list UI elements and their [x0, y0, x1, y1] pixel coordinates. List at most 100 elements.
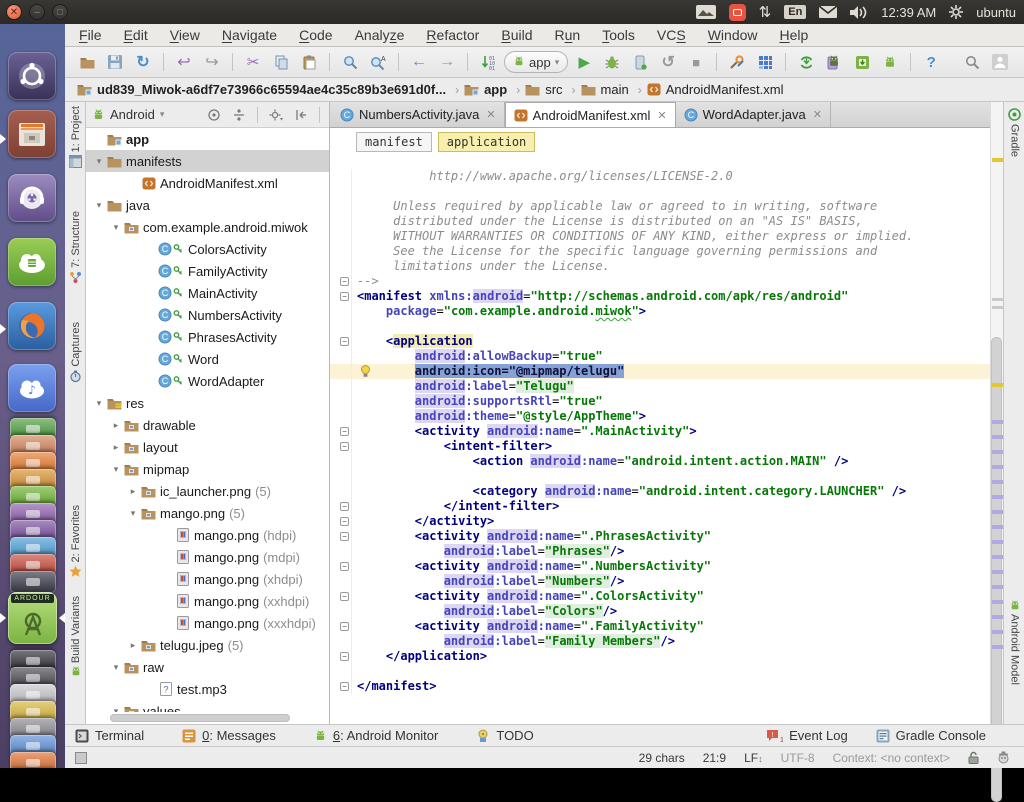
tree-item[interactable]: ▾mipmap: [86, 458, 329, 480]
tree-item[interactable]: CPhrasesActivity: [86, 326, 329, 348]
avatar-icon[interactable]: [988, 50, 1012, 74]
editor-tab[interactable]: CWordAdapter.java✕: [676, 102, 831, 127]
debug-icon[interactable]: [600, 50, 624, 74]
redo-icon[interactable]: ↪: [200, 50, 224, 74]
tree-item[interactable]: ▸layout: [86, 436, 329, 458]
tree-item[interactable]: mango.png(xxxhdpi): [86, 612, 329, 634]
breadcrumb-item[interactable]: ud839_Miwok-a6df7e73966c65594ae4c35c89b3…: [77, 82, 446, 97]
lock-icon[interactable]: [968, 751, 979, 764]
android-studio-launcher-icon[interactable]: ARDOUR: [8, 592, 57, 644]
monitor-icon[interactable]: [878, 50, 902, 74]
tree-item[interactable]: ▾res: [86, 392, 329, 414]
stop-icon[interactable]: ■: [684, 50, 708, 74]
gear-icon[interactable]: [266, 108, 286, 122]
status-item[interactable]: 21:9: [703, 751, 726, 765]
search-icon[interactable]: [960, 50, 984, 74]
status-item[interactable]: Context: <no context>: [833, 751, 950, 765]
fold-marker[interactable]: −: [340, 292, 349, 301]
close-tab-icon[interactable]: ✕: [813, 108, 822, 121]
gradle-sync-icon[interactable]: [794, 50, 818, 74]
back-icon[interactable]: ←: [407, 50, 431, 74]
close-tab-icon[interactable]: ✕: [657, 109, 666, 122]
tree-item[interactable]: ▾raw: [86, 656, 329, 678]
menu-refactor[interactable]: Refactor: [426, 27, 479, 43]
editor-tab[interactable]: CNumbersActivity.java✕: [332, 102, 505, 127]
open-icon[interactable]: [75, 50, 99, 74]
toolwindow-button-0-messages[interactable]: 0: Messages: [182, 728, 276, 743]
tree-down-arrow[interactable]: ▾: [109, 464, 123, 475]
breadcrumb-item[interactable]: src: [525, 82, 562, 97]
tree-item[interactable]: CColorsActivity: [86, 238, 329, 260]
restart-icon[interactable]: ↺: [656, 50, 680, 74]
stripe-button-android-model[interactable]: Android Model: [1004, 600, 1024, 685]
menu-code[interactable]: Code: [299, 27, 332, 43]
minimize-button[interactable]: –: [29, 4, 45, 20]
tree-down-arrow[interactable]: ▾: [109, 222, 123, 233]
breadcrumb-chip-application[interactable]: application: [438, 132, 535, 152]
status-item[interactable]: UTF-8: [781, 751, 815, 765]
tree-item[interactable]: mango.png(mdpi): [86, 546, 329, 568]
fold-marker[interactable]: −: [340, 682, 349, 691]
breadcrumb-item[interactable]: AndroidManifest.xml: [647, 82, 784, 97]
sdk-grid-icon[interactable]: [753, 50, 777, 74]
split-icon[interactable]: [229, 108, 249, 122]
fold-marker[interactable]: −: [340, 532, 349, 541]
session-gear-icon[interactable]: [949, 5, 963, 19]
toolwindow-toggle-icon[interactable]: [75, 752, 87, 764]
stripe-button-2-favorites[interactable]: 2: Favorites: [65, 505, 86, 578]
tree-right-arrow[interactable]: ▸: [109, 420, 123, 431]
tree-down-arrow[interactable]: ▾: [109, 662, 123, 673]
sort-icon[interactable]: 011001: [476, 50, 500, 74]
help-icon[interactable]: ?: [919, 50, 943, 74]
fold-marker[interactable]: −: [340, 427, 349, 436]
replace-icon[interactable]: A: [366, 50, 390, 74]
tree-item[interactable]: mango.png(xxhdpi): [86, 590, 329, 612]
run-config-selector[interactable]: app▾: [504, 51, 568, 73]
toolwindow-button-terminal[interactable]: Terminal: [75, 728, 144, 743]
tree-item[interactable]: ▾manifests: [86, 150, 329, 172]
menu-help[interactable]: Help: [780, 27, 809, 43]
fold-marker[interactable]: −: [340, 502, 349, 511]
breadcrumb-item[interactable]: main: [581, 82, 629, 97]
stripe-button-build-variants[interactable]: Build Variants: [65, 596, 86, 677]
menu-analyze[interactable]: Analyze: [355, 27, 405, 43]
menu-navigate[interactable]: Navigate: [222, 27, 277, 43]
tree-item[interactable]: ▸drawable: [86, 414, 329, 436]
status-item[interactable]: 29 chars: [639, 751, 685, 765]
firefox-launcher-icon[interactable]: [8, 302, 56, 350]
tools-icon[interactable]: [725, 50, 749, 74]
tree-item[interactable]: ▾mango.png(5): [86, 502, 329, 524]
close-button[interactable]: ✕: [6, 4, 22, 20]
menu-run[interactable]: Run: [555, 27, 581, 43]
fold-marker[interactable]: −: [340, 622, 349, 631]
menu-vcs[interactable]: VCS: [657, 27, 686, 43]
paste-icon[interactable]: [297, 50, 321, 74]
tree-right-arrow[interactable]: ▸: [126, 486, 140, 497]
tree-down-arrow[interactable]: ▾: [92, 200, 106, 211]
tree-right-arrow[interactable]: ▸: [126, 640, 140, 651]
spectrum-dark-launcher-icon[interactable]: [10, 571, 56, 593]
toolwindow-button-gradle-console[interactable]: Gradle Console: [876, 728, 986, 743]
updown-arrows-icon[interactable]: ⇅: [759, 3, 772, 21]
tree-item[interactable]: AndroidManifest.xml: [86, 172, 329, 194]
toolwindow-button-6-android-monitor[interactable]: 6: Android Monitor: [314, 728, 439, 743]
tree-down-arrow[interactable]: ▾: [126, 508, 140, 519]
find-icon[interactable]: [338, 50, 362, 74]
run-icon[interactable]: ▶: [572, 50, 596, 74]
hector-icon[interactable]: [997, 751, 1010, 764]
volume-icon[interactable]: [850, 6, 868, 19]
tree-down-arrow[interactable]: ▾: [109, 706, 123, 713]
keyboard-indicator[interactable]: En: [784, 5, 806, 19]
attach-icon[interactable]: [628, 50, 652, 74]
close-tab-icon[interactable]: ✕: [486, 108, 495, 121]
tree-item[interactable]: ▾java: [86, 194, 329, 216]
editor-tab[interactable]: AndroidManifest.xml✕: [505, 102, 676, 127]
copy-icon[interactable]: [269, 50, 293, 74]
tree-item[interactable]: ▾com.example.android.miwok: [86, 216, 329, 238]
breadcrumb-item[interactable]: app: [464, 82, 507, 97]
stripe-button-captures[interactable]: Captures: [65, 322, 86, 383]
forward-icon[interactable]: →: [435, 50, 459, 74]
tree-item[interactable]: mango.png(xhdpi): [86, 568, 329, 590]
fold-marker[interactable]: −: [340, 277, 349, 286]
tree-item[interactable]: CFamilyActivity: [86, 260, 329, 282]
